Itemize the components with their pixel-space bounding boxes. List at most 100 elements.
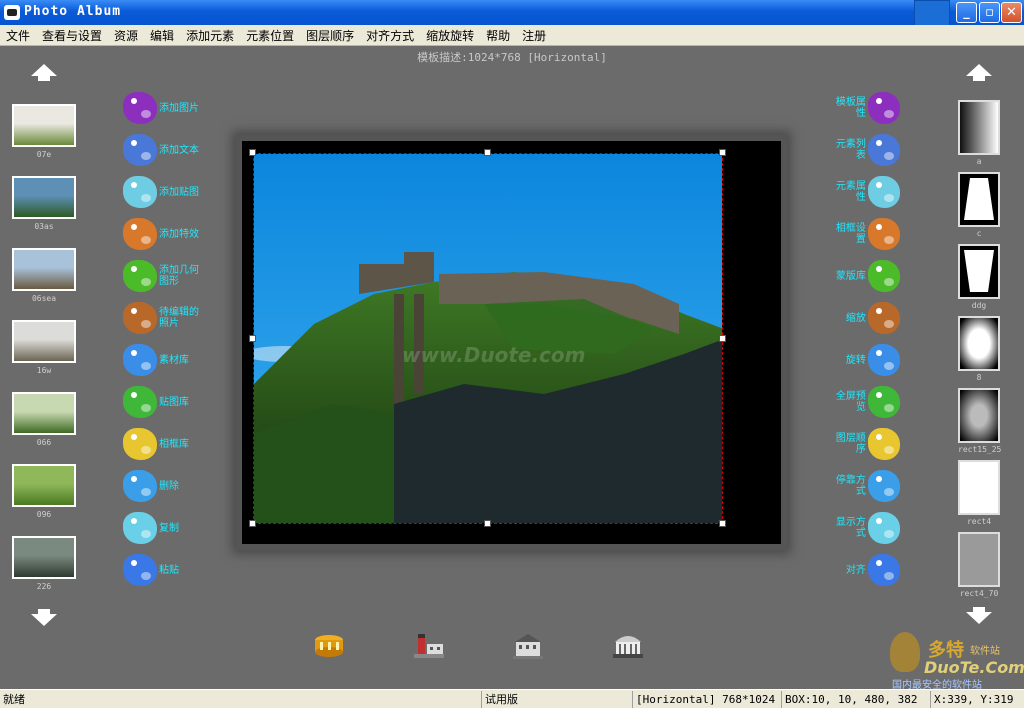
tool-button[interactable]: 添加几何图形: [123, 258, 203, 294]
menu-item[interactable]: 图层顺序: [300, 27, 360, 44]
tool-button[interactable]: 模板属性: [828, 90, 900, 126]
menu-item[interactable]: 帮助: [480, 27, 516, 44]
tool-label: 添加文本: [159, 144, 199, 156]
mask-thumbnail[interactable]: 8: [958, 316, 1000, 382]
tool-button[interactable]: 素材库: [123, 342, 203, 378]
drum-icon[interactable]: [312, 630, 346, 660]
title-bar: Photo Album _ ▫ ✕: [0, 0, 1024, 31]
resize-handle-right[interactable]: [719, 335, 726, 342]
photo-thumbnail[interactable]: 03as: [12, 176, 76, 231]
hamster-icon: [867, 428, 900, 460]
resize-handle-top-right[interactable]: [719, 149, 726, 156]
photo-thumbnail[interactable]: 096: [12, 464, 76, 519]
mask-thumbnail[interactable]: rect4_70: [958, 532, 1000, 598]
resize-handle-top-left[interactable]: [249, 149, 256, 156]
tool-button[interactable]: 相框库: [123, 426, 203, 462]
maximize-button[interactable]: ▫: [979, 2, 1000, 23]
bird-green-icon: [867, 386, 900, 418]
tool-button[interactable]: 蒙版库: [828, 258, 900, 294]
frog-icon: [123, 260, 157, 292]
brand-suffix: 软件站: [970, 646, 1000, 657]
thumbnail-caption: 096: [36, 510, 52, 519]
tool-button[interactable]: 缩放: [828, 300, 900, 336]
thumbs-scroll-down-icon[interactable]: [31, 609, 57, 626]
tool-button[interactable]: 删除: [123, 468, 203, 504]
status-edition: 试用版: [481, 691, 631, 708]
tool-button[interactable]: 全屏预览: [828, 384, 900, 420]
resize-handle-bottom-left[interactable]: [249, 520, 256, 527]
tool-button[interactable]: 添加贴图: [123, 174, 203, 210]
mask-thumbnail[interactable]: c: [958, 172, 1000, 238]
tool-button[interactable]: 待编辑的照片: [123, 300, 203, 336]
tool-label: 添加图片: [159, 102, 199, 114]
tool-button[interactable]: 显示方式: [828, 510, 900, 546]
resize-handle-bottom[interactable]: [484, 520, 491, 527]
photo-thumbnail[interactable]: 066: [12, 392, 76, 447]
tool-button[interactable]: 图层顺序: [828, 426, 900, 462]
mask-thumbnail[interactable]: rect15_25: [958, 388, 1002, 454]
photo-thumbnail[interactable]: 16w: [12, 320, 76, 375]
tool-button[interactable]: 停靠方式: [828, 468, 900, 504]
menu-item[interactable]: 元素位置: [240, 27, 300, 44]
tool-button[interactable]: 元素属性: [828, 174, 900, 210]
tool-label: 对齐: [845, 564, 866, 576]
masks-scroll-down-icon[interactable]: [966, 607, 992, 624]
mask-caption: 8: [976, 373, 982, 382]
menu-item[interactable]: 对齐方式: [360, 27, 420, 44]
menu-item[interactable]: 编辑: [144, 27, 180, 44]
thumbnail-image: [12, 320, 76, 363]
tool-button[interactable]: 添加特效: [123, 216, 203, 252]
selected-photo[interactable]: www.Duote.com: [253, 153, 723, 524]
tool-button[interactable]: 旋转: [828, 342, 900, 378]
thumbnail-caption: 07e: [36, 150, 52, 159]
thumbs-scroll-up-icon[interactable]: [31, 64, 57, 81]
tool-label: 相框库: [159, 438, 189, 450]
resize-handle-bottom-right[interactable]: [719, 520, 726, 527]
menu-item[interactable]: 注册: [516, 27, 552, 44]
resize-handle-left[interactable]: [249, 335, 256, 342]
tool-label: 显示方式: [835, 517, 866, 539]
temple-icon[interactable]: [611, 630, 645, 660]
mask-thumbnail[interactable]: rect4: [958, 460, 1000, 526]
tool-label: 元素列表: [835, 139, 866, 161]
minimize-button[interactable]: _: [956, 2, 977, 23]
photo-thumbnail[interactable]: 226: [12, 536, 76, 591]
fox-icon: [123, 512, 157, 544]
lighthouse-icon[interactable]: [412, 630, 446, 660]
brand-watermark: 多特 软件站 DuoTe.Com 国内最安全的软件站: [888, 632, 1024, 691]
app-icon: [4, 5, 20, 20]
tool-button[interactable]: 贴图库: [123, 384, 203, 420]
dragon-icon: [867, 92, 900, 124]
menu-item[interactable]: 查看与设置: [36, 27, 108, 44]
hamster-icon: [123, 428, 157, 460]
thumbnail-caption: 03as: [34, 222, 54, 231]
tool-button[interactable]: 复制: [123, 510, 203, 546]
tool-button[interactable]: 添加文本: [123, 132, 203, 168]
tool-label: 待编辑的照片: [159, 307, 199, 329]
tool-button[interactable]: 添加图片: [123, 90, 203, 126]
tool-label: 粘贴: [159, 564, 179, 576]
tool-label: 模板属性: [835, 97, 866, 119]
mask-thumbnail[interactable]: ddg: [958, 244, 1000, 310]
mask-image: [958, 316, 1000, 371]
mask-thumbnail[interactable]: a: [958, 100, 1000, 166]
seahorse-icon: [867, 470, 900, 502]
window-title: Photo Album: [24, 4, 122, 19]
tool-button[interactable]: 相框设置: [828, 216, 900, 252]
bird-icon: [867, 134, 900, 166]
mask-caption: rect15_25: [958, 445, 1002, 454]
masks-scroll-up-icon[interactable]: [966, 64, 992, 81]
tool-button[interactable]: 粘贴: [123, 552, 203, 588]
menu-item[interactable]: 资源: [108, 27, 144, 44]
building-icon[interactable]: [511, 630, 545, 660]
close-button[interactable]: ✕: [1001, 2, 1022, 23]
photo-thumbnail[interactable]: 06sea: [12, 248, 76, 303]
resize-handle-top[interactable]: [484, 149, 491, 156]
menu-item[interactable]: 文件: [0, 27, 36, 44]
menu-item[interactable]: 缩放旋转: [420, 27, 480, 44]
owl-icon: [123, 302, 157, 334]
tool-button[interactable]: 对齐: [828, 552, 900, 588]
menu-item[interactable]: 添加元素: [180, 27, 240, 44]
photo-thumbnail[interactable]: 07e: [12, 104, 76, 159]
tool-button[interactable]: 元素列表: [828, 132, 900, 168]
